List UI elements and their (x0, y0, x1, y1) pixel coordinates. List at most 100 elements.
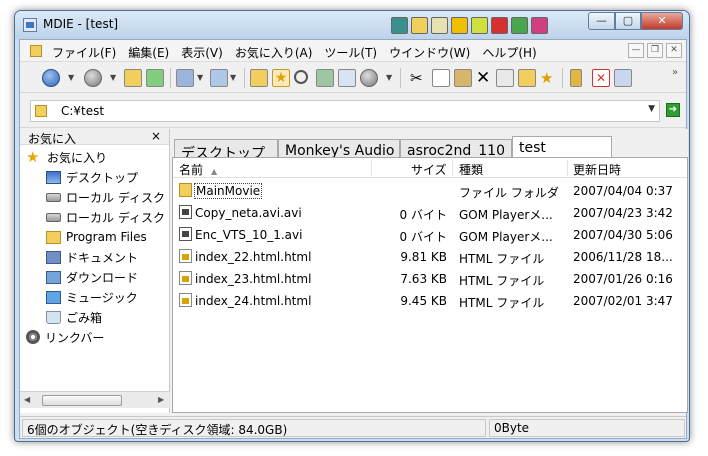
counter-icon[interactable] (471, 17, 488, 34)
favorites-item[interactable]: Program Files (46, 227, 147, 247)
favorites-item[interactable]: ドキュメント (46, 247, 138, 267)
menu-item[interactable]: ファイル(F) (52, 44, 116, 61)
go-button[interactable]: ➜ (666, 103, 680, 117)
html-file-icon (179, 293, 192, 307)
folder-icon[interactable] (411, 17, 428, 34)
file-type: HTML ファイル (459, 296, 545, 310)
title-bar[interactable]: MDIE - [test] — ▢ ✕ (15, 11, 689, 39)
mdi-close-button[interactable]: ✕ (666, 43, 682, 58)
favorites-pane: お気に入 × ★ お気に入り デスクトップ ローカル ディスク ローカル ディスク Pro… (20, 129, 170, 413)
favorites-item-label: ごみ箱 (66, 310, 103, 325)
favorites-header: お気に入 × (20, 129, 169, 146)
menu-item[interactable]: ヘルプ(H) (482, 44, 536, 61)
favorites-item[interactable]: ミュージック (46, 287, 138, 307)
favorites-item[interactable]: ローカル ディスク (46, 207, 165, 227)
favorites-item[interactable]: ダウンロード (46, 267, 138, 287)
favorites-item-label: ローカル ディスク (66, 190, 165, 205)
file-type: HTML ファイル (459, 252, 545, 266)
window-controls: — ▢ ✕ (588, 12, 683, 30)
file-size: 9.81 KB (400, 250, 447, 264)
tile-icon[interactable] (614, 69, 632, 87)
file-row[interactable]: index_22.html.html 9.81 KB HTML ファイル 2006/1… (173, 246, 687, 268)
sort-dropdown-icon[interactable]: ▼ (230, 73, 236, 82)
scroll-thumb[interactable] (42, 395, 122, 406)
mdi-minimize-button[interactable]: — (628, 43, 644, 58)
grid-icon[interactable] (511, 17, 528, 34)
mdi-restore-button[interactable]: ❐ (647, 43, 663, 58)
search-icon[interactable] (294, 70, 308, 84)
column-size[interactable]: サイズ (411, 161, 447, 178)
thumbnail-icon[interactable] (316, 69, 334, 87)
favorites-close-icon[interactable]: × (151, 129, 161, 143)
network-dropdown-icon[interactable]: ▼ (386, 73, 392, 82)
column-date[interactable]: 更新日時 (573, 161, 621, 178)
file-row[interactable]: Enc_VTS_10_1.avi 0 バイト GOM Playerメ... 2007/… (173, 224, 687, 246)
refresh-icon[interactable] (146, 69, 164, 87)
file-date: 2007/04/30 5:06 (573, 228, 673, 242)
maximize-button[interactable]: ▢ (615, 12, 641, 30)
back-dropdown-icon[interactable]: ▼ (68, 73, 74, 82)
folder-icon[interactable] (250, 69, 268, 87)
sort-icon[interactable] (210, 69, 228, 87)
favorites-icon[interactable]: ★ (272, 69, 290, 87)
network-icon[interactable] (360, 69, 378, 87)
sweep-icon[interactable] (431, 17, 448, 34)
address-input[interactable]: C:¥test ▼ (30, 100, 660, 122)
close-button[interactable]: ✕ (641, 12, 683, 30)
forward-icon[interactable] (84, 69, 102, 87)
file-row[interactable]: index_24.html.html 9.45 KB HTML ファイル 2007/0… (173, 290, 687, 312)
downloads-icon (46, 270, 61, 284)
lock-icon[interactable] (570, 69, 582, 87)
view-icon[interactable] (176, 69, 194, 87)
main-window: MDIE - [test] — ▢ ✕ ファイル(F) 編集(E) 表示(V) お気に… (14, 10, 690, 442)
favorites-item[interactable]: リンクバー (26, 327, 104, 347)
menu-item[interactable]: 編集(E) (128, 44, 169, 61)
overflow-icon[interactable]: » (672, 67, 678, 78)
up-icon[interactable] (124, 69, 142, 87)
rename-icon[interactable] (518, 69, 536, 87)
gauge-icon[interactable] (451, 17, 468, 34)
favorites-item[interactable]: デスクトップ (46, 167, 138, 187)
menu-item[interactable]: ツール(T) (324, 44, 377, 61)
new-folder-icon[interactable]: ★ (540, 69, 558, 87)
favorites-item[interactable]: ごみ箱 (46, 307, 102, 327)
address-path[interactable]: C:¥test (61, 104, 104, 118)
view-dropdown-icon[interactable]: ▼ (197, 73, 203, 82)
folder-file-icon (179, 183, 192, 197)
address-dropdown-icon[interactable]: ▼ (648, 104, 655, 114)
scroll-left-icon[interactable]: ◀ (24, 395, 30, 404)
minimize-button[interactable]: — (588, 12, 615, 30)
back-icon[interactable] (42, 69, 60, 87)
column-name[interactable]: 名前 ▲ (179, 161, 217, 178)
window-icon[interactable] (338, 69, 356, 87)
file-row[interactable]: MainMovie ファイル フォルダ 2007/04/04 0:37 (173, 180, 687, 202)
cut-icon[interactable]: ✂ (410, 69, 428, 87)
delete-icon[interactable]: ✕ (476, 69, 494, 87)
file-name: MainMovie (193, 183, 263, 199)
favorites-item[interactable]: ★ お気に入り (26, 147, 107, 167)
close-icon[interactable]: ✕ (592, 69, 610, 87)
file-row[interactable]: Copy_neta.avi.avi 0 バイト GOM Playerメ... 2007… (173, 202, 687, 224)
properties-icon[interactable] (496, 69, 514, 87)
file-name-text: Enc_VTS_10_1.avi (195, 228, 303, 242)
file-type: GOM Playerメ... (459, 230, 553, 244)
star-icon: ★ (26, 147, 40, 166)
forward-dropdown-icon[interactable]: ▼ (110, 73, 116, 82)
copy-icon[interactable] (432, 69, 450, 87)
desktop-icon (46, 170, 61, 184)
horizontal-scrollbar[interactable]: ◀ ▶ (20, 391, 170, 408)
paste-icon[interactable] (454, 69, 472, 87)
book-icon[interactable] (391, 17, 408, 34)
folder-icon (46, 230, 61, 244)
menu-item[interactable]: お気に入り(A) (235, 44, 313, 61)
palette-icon[interactable] (531, 17, 548, 34)
column-type[interactable]: 種類 (459, 161, 483, 178)
menu-item[interactable]: 表示(V) (181, 44, 223, 61)
block-icon[interactable] (491, 17, 508, 34)
file-list: 名前 ▲ サイズ 種類 更新日時 MainMovie ファイル フォルダ 2007/0… (172, 157, 688, 413)
file-type: ファイル フォルダ (459, 186, 559, 200)
file-row[interactable]: index_23.html.html 7.63 KB HTML ファイル 2007/0… (173, 268, 687, 290)
scroll-right-icon[interactable]: ▶ (158, 395, 164, 404)
favorites-item[interactable]: ローカル ディスク (46, 187, 165, 207)
menu-item[interactable]: ウインドウ(W) (389, 44, 470, 61)
